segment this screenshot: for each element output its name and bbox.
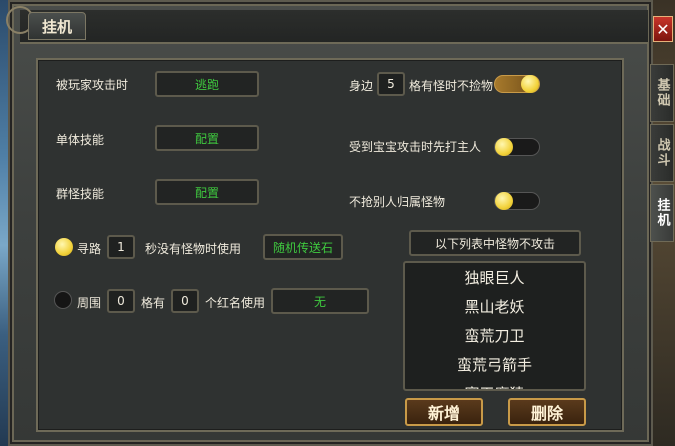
- list-item[interactable]: 蛮荒刀卫: [405, 321, 584, 350]
- no-loot-prefix-label: 身边: [349, 79, 374, 93]
- list-item[interactable]: 寒天魔猿: [405, 379, 584, 389]
- tab-basic[interactable]: 基础: [650, 64, 674, 122]
- random-teleport-stone-button[interactable]: 随机传送石: [263, 234, 343, 260]
- surround-mid-label: 格有: [141, 296, 166, 310]
- pathfind-seconds-input[interactable]: 1: [107, 235, 135, 259]
- flee-button[interactable]: 逃跑: [155, 71, 259, 97]
- close-icon: ✕: [656, 19, 670, 39]
- list-item[interactable]: 黑山老妖: [405, 292, 584, 321]
- attack-master-label: 受到宝宝攻击时先打主人: [349, 140, 482, 154]
- toggle-knob: [495, 138, 513, 156]
- tab-combat[interactable]: 战斗: [650, 124, 674, 182]
- group-skill-config-button[interactable]: 配置: [155, 179, 259, 205]
- red-name-count-input[interactable]: 0: [171, 289, 199, 313]
- no-steal-toggle[interactable]: [494, 192, 540, 210]
- pathfind-suffix-label: 秒没有怪物时使用: [145, 242, 242, 256]
- close-button[interactable]: ✕: [653, 16, 673, 42]
- pathfind-label: 寻路: [77, 242, 102, 256]
- ignore-monster-list-header: 以下列表中怪物不攻击: [409, 230, 581, 256]
- no-loot-suffix-label: 格有怪时不捡物: [409, 79, 494, 93]
- surround-range-input[interactable]: 0: [107, 289, 135, 313]
- ignore-monster-list[interactable]: 独眼巨人 黑山老妖 蛮荒刀卫 蛮荒弓箭手 寒天魔猿: [403, 261, 586, 391]
- single-skill-label: 单体技能: [56, 133, 105, 147]
- no-steal-label: 不抢别人归属怪物: [349, 195, 446, 209]
- window-title: 挂机: [28, 12, 86, 40]
- list-item[interactable]: 蛮荒弓箭手: [405, 350, 584, 379]
- attacked-by-player-label: 被玩家攻击时: [56, 78, 129, 92]
- group-skill-label: 群怪技能: [56, 187, 105, 201]
- tab-hangup[interactable]: 挂机: [650, 184, 674, 242]
- single-skill-config-button[interactable]: 配置: [155, 125, 259, 151]
- surround-suffix-label: 个红名使用: [205, 296, 266, 310]
- attack-master-toggle[interactable]: [494, 138, 540, 156]
- no-loot-toggle[interactable]: [494, 75, 540, 93]
- toggle-knob: [495, 192, 513, 210]
- surround-label: 周围: [77, 296, 102, 310]
- pathfind-radio[interactable]: [55, 238, 73, 256]
- surround-radio[interactable]: [54, 291, 72, 309]
- delete-monster-button[interactable]: 删除: [508, 398, 586, 426]
- no-loot-range-input[interactable]: 5: [377, 72, 405, 96]
- list-item[interactable]: 独眼巨人: [405, 263, 584, 292]
- surround-item-button[interactable]: 无: [271, 288, 369, 314]
- add-monster-button[interactable]: 新增: [405, 398, 483, 426]
- title-bar: [20, 10, 648, 44]
- toggle-knob: [521, 75, 539, 93]
